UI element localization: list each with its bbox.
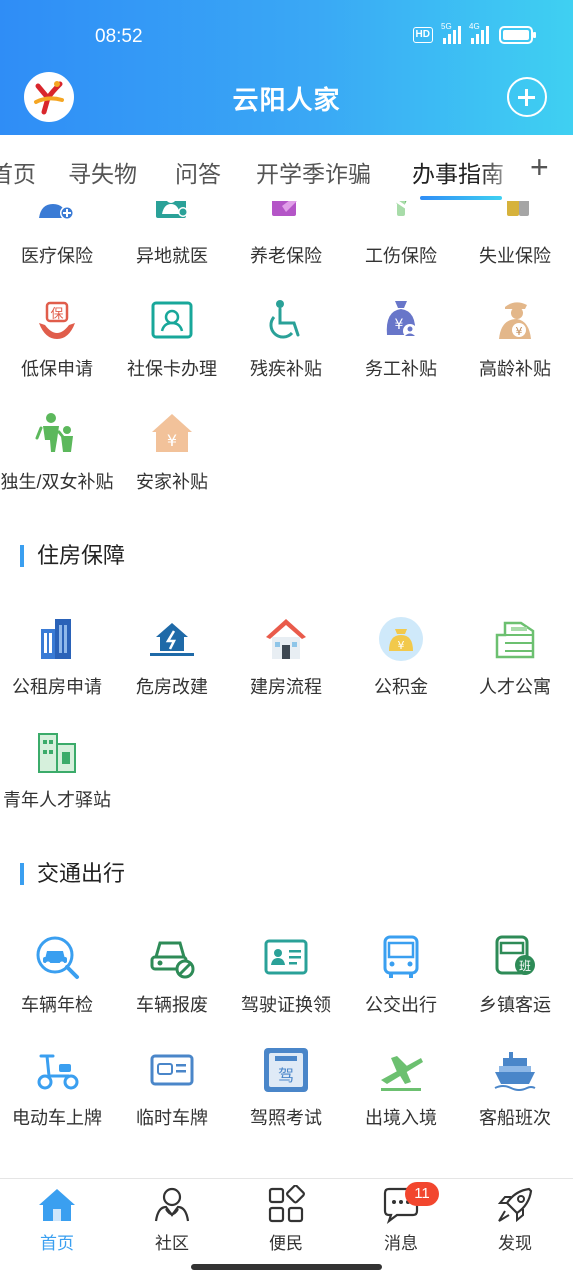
active-tab-indicator	[420, 196, 502, 200]
service-item-only-child-subsidy[interactable]: 独生/双女补贴	[0, 410, 114, 494]
service-item-entry-exit[interactable]: 出境入境	[344, 1046, 458, 1130]
category-tabs: 首页 寻失物 问答 开学季诈骗 办事指南 +	[0, 135, 573, 201]
service-item-talent-apartment[interactable]: 人才公寓	[458, 615, 572, 699]
service-item-disability-subsidy[interactable]: 残疾补贴	[229, 297, 343, 381]
app-header: 08:52 HD 5G 4G 云阳人家	[0, 0, 573, 135]
tab-lost-items[interactable]: 寻失物	[68, 155, 137, 189]
nav-discover[interactable]: 发现	[458, 1185, 572, 1254]
svg-text:班: 班	[519, 959, 531, 973]
elderly-icon: ¥	[491, 297, 539, 345]
svg-text:¥: ¥	[167, 431, 177, 450]
scooter-icon	[33, 1046, 81, 1094]
svg-text:¥: ¥	[395, 317, 404, 333]
service-item-car-inspection[interactable]: 车辆年检	[0, 933, 114, 1017]
message-icon: 11	[381, 1182, 439, 1225]
section-title-housing: 住房保障	[20, 545, 125, 567]
service-item-elderly-subsidy[interactable]: ¥ 高龄补贴	[458, 297, 572, 381]
community-icon	[152, 1185, 192, 1225]
temporary-plate-icon	[148, 1046, 196, 1094]
unread-badge: 11	[405, 1182, 439, 1206]
money-bag-icon: ¥	[377, 297, 425, 345]
service-item-dangerous-house[interactable]: 危房改建	[115, 615, 229, 699]
service-item-public-bus[interactable]: 公交出行	[344, 933, 458, 1017]
nav-services[interactable]: 便民	[229, 1185, 343, 1254]
service-item-remote-medical[interactable]: 异地就医	[115, 201, 229, 268]
talent-apartment-icon	[491, 615, 539, 663]
add-button[interactable]	[507, 77, 547, 117]
rocket-icon	[495, 1185, 535, 1225]
nav-messages[interactable]: 11 消息	[344, 1182, 458, 1254]
battery-icon	[499, 26, 536, 44]
car-inspection-icon	[33, 933, 81, 981]
house-yuan-icon: ¥	[148, 410, 196, 458]
injury-insurance-icon	[377, 201, 425, 232]
remote-medical-icon	[148, 201, 196, 232]
svg-text:¥: ¥	[516, 325, 523, 338]
unemployment-insurance-icon	[491, 201, 539, 232]
nav-home[interactable]: 首页	[0, 1185, 114, 1254]
service-item-driving-exam[interactable]: 驾 驾照考试	[229, 1046, 343, 1130]
svg-text:¥: ¥	[398, 639, 405, 652]
service-item-settling-subsidy[interactable]: ¥ 安家补贴	[115, 410, 229, 494]
driving-exam-icon: 驾	[262, 1046, 310, 1094]
youth-station-icon	[33, 728, 81, 776]
service-item-social-security-card[interactable]: 社保卡办理	[115, 297, 229, 381]
car-scrap-icon	[148, 933, 196, 981]
services-grid-icon	[266, 1185, 306, 1225]
service-item-temporary-plate[interactable]: 临时车牌	[115, 1046, 229, 1130]
family-icon	[33, 410, 81, 458]
pension-insurance-icon	[262, 201, 310, 232]
svg-text:保: 保	[50, 307, 63, 322]
hd-indicator: HD	[412, 27, 433, 43]
service-item-unemployment-insurance[interactable]: 失业保险	[458, 201, 572, 268]
driver-license-icon	[262, 933, 310, 981]
ship-icon	[491, 1046, 539, 1094]
medical-insurance-icon	[33, 201, 81, 232]
signal-4g-icon: 4G	[469, 22, 489, 44]
service-item-ebike-registration[interactable]: 电动车上牌	[0, 1046, 114, 1130]
service-item-injury-insurance[interactable]: 工伤保险	[344, 201, 458, 268]
social-security-card-icon	[148, 297, 196, 345]
tab-school-fraud[interactable]: 开学季诈骗	[256, 155, 371, 189]
service-item-building-process[interactable]: 建房流程	[229, 615, 343, 699]
subsistence-allowance-icon: 保	[33, 297, 81, 345]
service-item-youth-station[interactable]: 青年人才驿站	[0, 728, 114, 812]
app-title: 云阳人家	[232, 85, 341, 115]
dangerous-house-icon	[148, 615, 196, 663]
service-item-car-scrap[interactable]: 车辆报废	[115, 933, 229, 1017]
provident-fund-icon: ¥	[377, 615, 425, 663]
home-indicator	[191, 1264, 382, 1270]
tab-qa[interactable]: 问答	[175, 155, 221, 189]
airplane-icon	[377, 1046, 425, 1094]
signal-5g-icon: 5G	[441, 22, 461, 44]
house-icon	[262, 615, 310, 663]
service-item-public-rental[interactable]: 公租房申请	[0, 615, 114, 699]
service-item-subsistence-allowance[interactable]: 保 低保申请	[0, 297, 114, 381]
tab-home[interactable]: 首页	[0, 155, 36, 189]
add-tab-icon[interactable]: +	[530, 149, 549, 186]
apartment-building-icon	[33, 615, 81, 663]
bus-icon	[377, 933, 425, 981]
service-item-passenger-ship[interactable]: 客船班次	[458, 1046, 572, 1130]
section-title-transport: 交通出行	[20, 863, 125, 885]
wheelchair-icon	[262, 297, 310, 345]
service-item-medical-insurance[interactable]: 医疗保险	[0, 201, 114, 268]
service-item-driver-license[interactable]: 驾驶证换领	[229, 933, 343, 1017]
nav-community[interactable]: 社区	[115, 1185, 229, 1254]
service-guide-content: 医疗保险 异地就医 养老保险 工伤保险 失业保险 保 低保申请 社保卡办理 残疾…	[0, 201, 573, 1178]
service-item-township-bus[interactable]: 班 乡镇客运	[458, 933, 572, 1017]
svg-text:驾: 驾	[278, 1066, 294, 1085]
service-item-provident-fund[interactable]: ¥ 公积金	[344, 615, 458, 699]
status-icons: HD 5G 4G	[412, 22, 536, 44]
township-bus-icon: 班	[491, 933, 539, 981]
status-time: 08:52	[95, 26, 143, 47]
service-item-pension-insurance[interactable]: 养老保险	[229, 201, 343, 268]
home-icon	[37, 1185, 77, 1225]
service-item-work-subsidy[interactable]: ¥ 务工补贴	[344, 297, 458, 381]
